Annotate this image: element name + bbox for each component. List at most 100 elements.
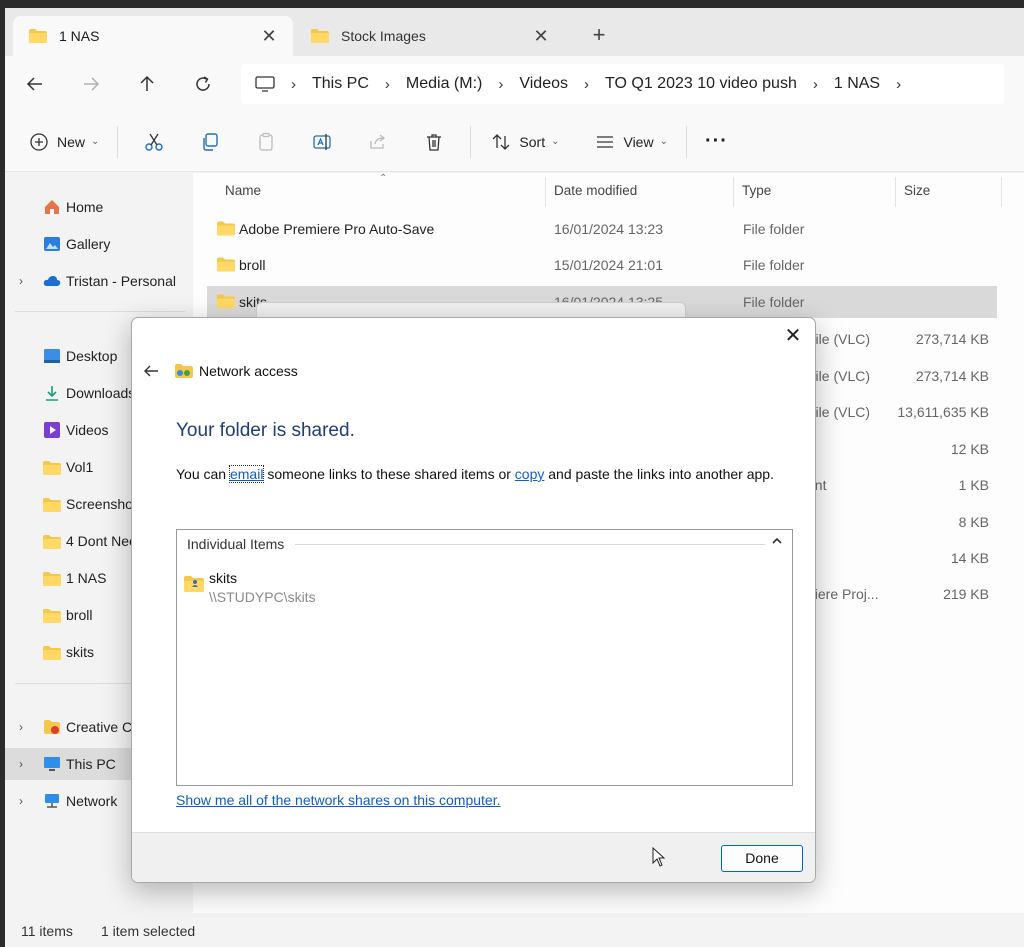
address-bar[interactable]: › This PC › Media (M:) › Videos › TO Q1 … — [241, 64, 1004, 104]
arrow-right-icon — [84, 77, 100, 91]
creative-cloud-icon — [44, 720, 60, 734]
share-button[interactable] — [350, 130, 406, 154]
tab-stock-images[interactable]: Stock Images ✕ — [295, 16, 565, 56]
desktop-icon — [44, 349, 60, 363]
column-header-date[interactable]: Date modified — [554, 173, 637, 207]
chevron-down-icon: ⌄ — [659, 136, 668, 147]
rename-icon — [310, 130, 334, 154]
file-date: 15/01/2024 21:01 — [554, 257, 663, 273]
plus-circle-icon — [27, 130, 51, 154]
column-header-name[interactable]: Name — [225, 173, 261, 207]
delete-button[interactable] — [406, 130, 462, 154]
breadcrumb-this-pc[interactable]: This PC — [312, 75, 369, 93]
folder-icon — [217, 221, 235, 236]
sidebar-item-onedrive[interactable]: › Tristan - Personal — [5, 265, 188, 297]
chevron-right-icon[interactable]: › — [19, 794, 23, 808]
rename-button[interactable] — [294, 130, 350, 154]
home-icon — [45, 200, 59, 214]
refresh-button[interactable] — [187, 68, 219, 100]
file-type: File (VLC) — [807, 368, 871, 384]
breadcrumb-videos[interactable]: Videos — [519, 75, 568, 93]
status-bar: 11 items 1 item selected — [5, 913, 1024, 947]
close-tab-icon[interactable]: ✕ — [259, 26, 279, 47]
paste-button[interactable] — [238, 130, 294, 154]
file-type: File folder — [743, 294, 805, 310]
divider — [15, 311, 185, 312]
forward-button[interactable] — [75, 68, 107, 100]
close-button[interactable]: ✕ — [781, 324, 805, 348]
group-divider — [295, 544, 765, 545]
file-size: 13,611,635 KB — [897, 404, 989, 420]
done-button[interactable]: Done — [721, 845, 803, 872]
video-icon — [44, 422, 60, 438]
command-bar: New ⌄ Sort ⌄ View ⌄ ··· — [5, 112, 1024, 172]
file-size: 8 KB — [958, 514, 989, 530]
folder-icon — [43, 535, 61, 549]
description-text: someone links to these shared items or — [263, 466, 515, 482]
folder-icon — [217, 257, 235, 272]
view-label: View — [623, 133, 654, 150]
more-options-button[interactable]: ··· — [695, 124, 738, 160]
up-button[interactable] — [131, 68, 163, 100]
back-button[interactable] — [140, 360, 162, 382]
breadcrumb-video-push[interactable]: TO Q1 2023 10 video push — [605, 75, 797, 93]
clipboard-icon — [254, 130, 278, 154]
back-button[interactable] — [19, 68, 51, 100]
chevron-right-icon[interactable]: › — [19, 274, 23, 288]
file-size: 273,714 KB — [915, 368, 989, 384]
sidebar-item-label: Tristan - Personal — [66, 273, 176, 289]
column-separator[interactable] — [1001, 177, 1002, 207]
sort-icon — [489, 130, 513, 154]
chevron-down-icon: ⌄ — [551, 136, 560, 147]
collapse-group-button[interactable] — [772, 534, 782, 548]
breadcrumb-1-nas[interactable]: 1 NAS — [834, 75, 880, 93]
new-button[interactable]: New ⌄ — [17, 124, 109, 160]
copy-link[interactable]: copy — [515, 466, 545, 482]
file-type: File folder — [743, 221, 805, 237]
selected-count: 1 item selected — [101, 923, 196, 939]
copy-button[interactable] — [182, 130, 238, 154]
download-icon — [46, 386, 58, 401]
cut-button[interactable] — [126, 130, 182, 154]
file-row[interactable]: Adobe Premiere Pro Auto-Save 16/01/2024 … — [207, 213, 997, 245]
chevron-right-icon: › — [384, 75, 390, 93]
file-size: 219 KB — [943, 586, 989, 602]
shared-item-name: skits — [209, 570, 237, 586]
sort-button[interactable]: Sort ⌄ — [479, 124, 569, 160]
column-header-size[interactable]: Size — [904, 173, 930, 207]
divider — [117, 125, 119, 158]
column-separator[interactable] — [733, 177, 734, 207]
view-button[interactable]: View ⌄ — [583, 124, 677, 160]
tab-1-nas[interactable]: 1 NAS ✕ — [13, 16, 293, 56]
gallery-icon — [44, 237, 60, 251]
arrow-up-icon — [140, 75, 154, 91]
column-separator[interactable] — [895, 177, 896, 207]
file-name: broll — [239, 257, 266, 273]
copy-icon — [198, 130, 222, 154]
breadcrumb-media[interactable]: Media (M:) — [406, 75, 482, 93]
show-network-shares-link[interactable]: Show me all of the network shares on thi… — [176, 792, 501, 808]
dialog-heading: Your folder is shared. — [176, 420, 355, 441]
sidebar-item-home[interactable]: Home — [5, 191, 188, 223]
chevron-right-icon[interactable]: › — [19, 720, 23, 734]
email-link[interactable]: email — [228, 465, 265, 483]
column-separator[interactable] — [545, 177, 546, 207]
sidebar-item-gallery[interactable]: Gallery — [5, 228, 188, 260]
arrow-left-icon — [144, 365, 158, 377]
description-text: and paste the links into another app. — [544, 466, 774, 482]
item-count: 11 items — [21, 923, 73, 939]
chevron-right-icon[interactable]: › — [896, 76, 901, 93]
description-text: You can — [176, 466, 230, 482]
tab-label: 1 NAS — [59, 28, 100, 44]
sidebar-item-label: Gallery — [66, 236, 111, 252]
chevron-right-icon: › — [291, 75, 296, 93]
network-folder-icon — [175, 364, 193, 378]
chevron-right-icon[interactable]: › — [19, 757, 23, 771]
chevron-right-icon: › — [584, 75, 589, 93]
file-row[interactable]: broll 15/01/2024 21:01 File folder — [207, 249, 997, 281]
close-tab-icon[interactable]: ✕ — [531, 26, 551, 47]
new-tab-button[interactable]: + — [587, 22, 611, 48]
dialog-footer: Done — [132, 832, 815, 882]
file-type: niere Proj... — [807, 586, 879, 602]
column-header-type[interactable]: Type — [742, 173, 771, 207]
